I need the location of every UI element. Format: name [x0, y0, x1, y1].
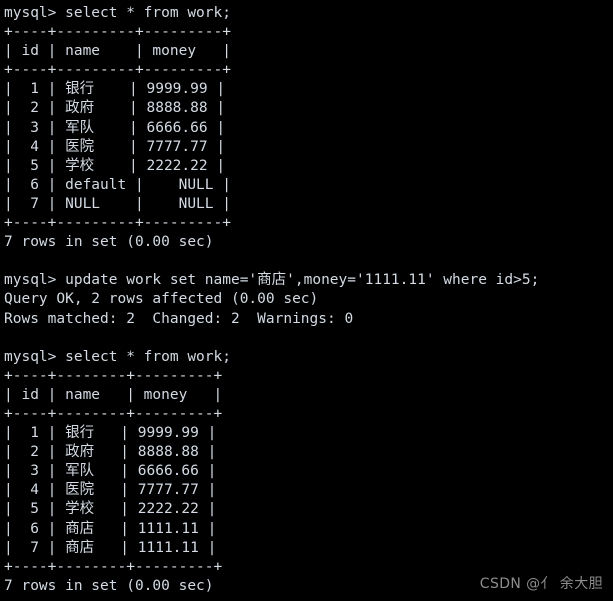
terminal-line: | 6 | 商店 | 1111.11 | [4, 520, 217, 537]
terminal-line: | 6 | default | NULL | [4, 176, 231, 193]
terminal-line: | 2 | 政府 | 8888.88 | [4, 444, 217, 461]
terminal-line: | 7 | 商店 | 1111.11 | [4, 539, 217, 556]
terminal-line: | 5 | 学校 | 2222.22 | [4, 501, 217, 518]
terminal-line: | id | name | money | [4, 43, 231, 60]
terminal-line: mysql> select * from work; [4, 5, 231, 21]
watermark: CSDN @亻 余大胆 [479, 576, 603, 592]
terminal-line: +----+---------+---------+ [4, 24, 231, 41]
terminal-line: Rows matched: 2 Changed: 2 Warnings: 0 [4, 310, 354, 327]
terminal-line: | id | name | money | [4, 386, 223, 403]
terminal-line: +----+---------+---------+ [4, 62, 231, 79]
terminal-line: | 3 | 军队 | 6666.66 | [4, 119, 226, 136]
terminal-line: | 1 | 银行 | 9999.99 | [4, 81, 226, 98]
terminal-line: | 7 | NULL | NULL | [4, 195, 231, 212]
terminal-line: | 3 | 军队 | 6666.66 | [4, 463, 217, 480]
terminal-line: mysql> update work set name='商店',money='… [4, 272, 540, 289]
terminal-line: +----+--------+---------+ [4, 405, 223, 422]
terminal-line: | 5 | 学校 | 2222.22 | [4, 157, 226, 174]
terminal-line: Query OK, 2 rows affected (0.00 sec) [4, 291, 319, 308]
terminal-line: +----+---------+---------+ [4, 215, 231, 232]
terminal-line: | 4 | 医院 | 7777.77 | [4, 138, 226, 155]
terminal-line: | 1 | 银行 | 9999.99 | [4, 425, 217, 442]
terminal-window[interactable]: mysql> select * from work; +----+-------… [0, 0, 613, 601]
terminal-line: | 2 | 政府 | 8888.88 | [4, 100, 226, 117]
terminal-line: +----+--------+---------+ [4, 367, 223, 384]
terminal-line: mysql> select * from work; [4, 348, 231, 365]
terminal-line: 7 rows in set (0.00 sec) [4, 234, 214, 251]
terminal-line: | 4 | 医院 | 7777.77 | [4, 482, 217, 499]
